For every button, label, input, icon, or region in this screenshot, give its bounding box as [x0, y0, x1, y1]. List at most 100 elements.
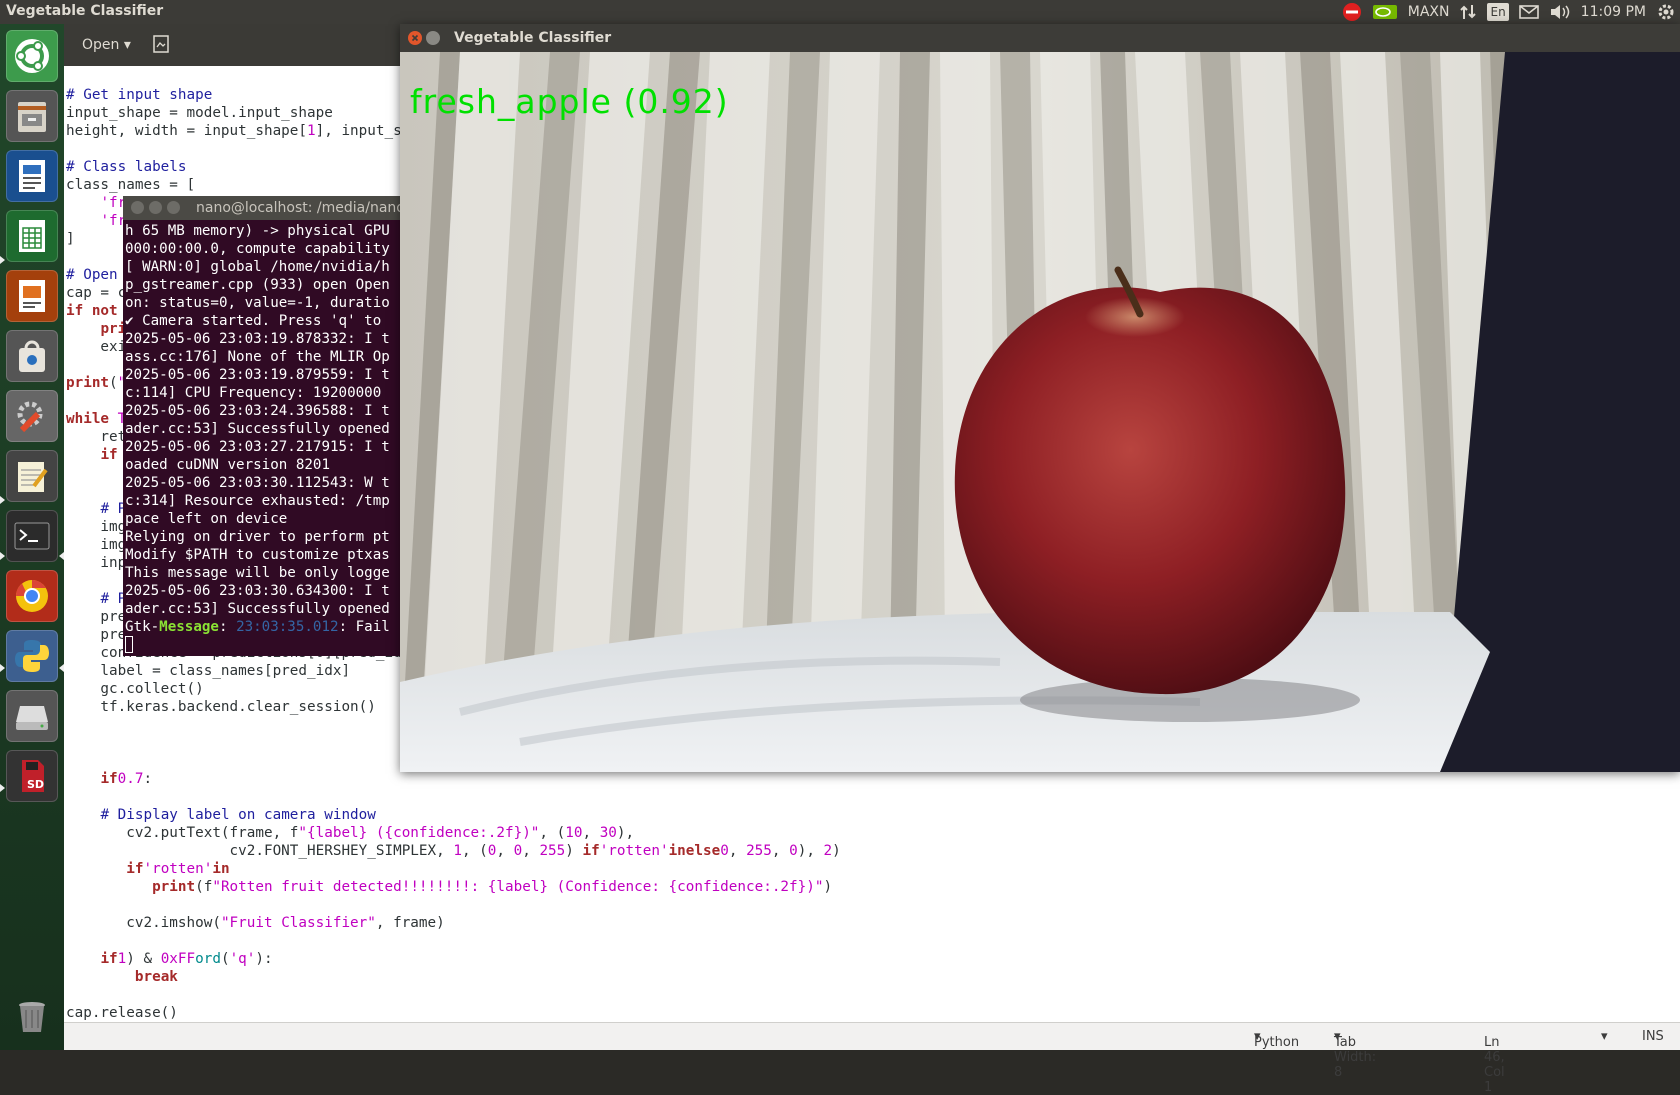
mail-icon[interactable]: [1518, 0, 1539, 24]
code-line[interactable]: if1) & 0xFFord('q'):: [66, 950, 1666, 968]
running-indicator: [0, 784, 5, 792]
code-line[interactable]: [66, 896, 1666, 914]
terminal-line: This message will be only logge: [125, 565, 390, 581]
minimize-button[interactable]: [426, 31, 440, 45]
terminal-title: nano@localhost: /media/nano: [196, 200, 400, 216]
open-button[interactable]: Open ▾: [74, 31, 139, 59]
terminal-launcher[interactable]: [6, 510, 58, 562]
code-line[interactable]: [66, 986, 1666, 1004]
calc-launcher[interactable]: [6, 210, 58, 262]
apple-photo: [400, 52, 1680, 772]
system-tray: MAXN En 11:09 PM: [1342, 0, 1676, 24]
document-icon: [19, 160, 45, 192]
chromium-launcher[interactable]: [6, 570, 58, 622]
terminal-line: 2025-05-06 23:03:24.396588: I t: [125, 403, 390, 419]
terminal-icon: [14, 522, 50, 550]
chevron-down-icon[interactable]: ▾: [1601, 1029, 1608, 1044]
terminal-line: c:114] CPU Frequency: 19200000: [125, 385, 382, 401]
camera-window-title: Vegetable Classifier: [454, 30, 612, 46]
close-button[interactable]: [131, 201, 144, 214]
software-center-launcher[interactable]: [6, 330, 58, 382]
hard-drive-icon: [16, 706, 48, 730]
active-app-title: Vegetable Classifier: [6, 3, 164, 19]
code-line[interactable]: if0.7:: [66, 770, 1666, 788]
close-button[interactable]: [408, 31, 422, 45]
terminal-line: 2025-05-06 23:03:19.879559: I t: [125, 367, 390, 383]
minimize-button[interactable]: [149, 201, 162, 214]
terminal-line: pace left on device: [125, 511, 288, 527]
code-line[interactable]: [66, 788, 1666, 806]
text-editor-launcher[interactable]: [6, 450, 58, 502]
spreadsheet-icon: [19, 220, 45, 252]
code-line[interactable]: # Display label on camera window: [66, 806, 1666, 824]
network-icon[interactable]: [1459, 0, 1477, 24]
maximize-button[interactable]: [167, 201, 180, 214]
chromium-icon: [15, 580, 48, 612]
sd-card-icon: SD: [22, 760, 44, 792]
wrench-gear-icon: [17, 401, 43, 433]
terminal-window[interactable]: nano@localhost: /media/nano h 65 MB memo…: [123, 196, 400, 656]
python-launcher[interactable]: [6, 630, 58, 682]
svg-text:SD: SD: [27, 778, 44, 791]
terminal-line: p_gstreamer.cpp (933) open Open: [125, 277, 390, 293]
power-mode-label[interactable]: MAXN: [1408, 0, 1450, 24]
shopping-bag-icon: [19, 340, 45, 372]
code-line[interactable]: cv2.FONT_HERSHEY_SIMPLEX, 1, (0, 0, 255)…: [66, 842, 1666, 860]
terminal-line: ✔ Camera started. Press 'q' to: [125, 313, 382, 329]
code-line[interactable]: cv2.putText(frame, f"{label} ({confidenc…: [66, 824, 1666, 842]
code-line[interactable]: cv2.imshow("Fruit Classifier", frame): [66, 914, 1666, 932]
status-bar: Python ▾ Tab Width: 8 ▾ Ln 46, Col 1 ▾ I…: [64, 1022, 1680, 1095]
terminal-line: h 65 MB memory) -> physical GPU: [125, 223, 390, 239]
camera-titlebar[interactable]: Vegetable Classifier: [400, 24, 1680, 52]
code-line[interactable]: break: [66, 968, 1666, 986]
running-indicator: [0, 496, 5, 504]
terminal-line: 2025-05-06 23:03:30.112543: W t: [125, 475, 390, 491]
chevron-down-icon: ▾: [123, 37, 131, 53]
writer-launcher[interactable]: [6, 150, 58, 202]
terminal-line: ader.cc:53] Successfully opened: [125, 601, 390, 617]
trash-launcher[interactable]: [6, 990, 58, 1042]
terminal-line: on: status=0, value=-1, duratio: [125, 295, 390, 311]
dash-button[interactable]: [6, 30, 58, 82]
terminal-line: ass.cc:176] None of the MLIR Op: [125, 349, 390, 365]
terminal-line: Modify $PATH to customize ptxas: [125, 547, 390, 563]
keyboard-layout-indicator[interactable]: En: [1487, 3, 1509, 21]
system-settings-launcher[interactable]: [6, 390, 58, 442]
close-icon: [411, 34, 419, 42]
terminal-line: oaded cuDNN version 8201: [125, 457, 330, 473]
no-entry-icon[interactable]: [1342, 0, 1362, 24]
gtk-message-line: Gtk-Message: 23:03:35.012: Fail: [125, 619, 390, 635]
insert-mode[interactable]: INS: [1642, 1029, 1664, 1044]
impress-launcher[interactable]: [6, 270, 58, 322]
prediction-label: fresh_apple (0.92): [410, 82, 729, 121]
running-indicator: [0, 256, 5, 264]
sd-card-launcher[interactable]: SD: [6, 750, 58, 802]
drive-launcher[interactable]: [6, 690, 58, 742]
camera-window[interactable]: Vegetable Classifier fresh_apple (0.92): [400, 24, 1680, 772]
code-line[interactable]: if'rotten'in: [66, 860, 1666, 878]
code-line[interactable]: cap.release(): [66, 1004, 1666, 1022]
top-panel: Vegetable Classifier MAXN En 11:09 PM: [0, 0, 1680, 24]
volume-icon[interactable]: [1549, 0, 1571, 24]
launcher: SD: [0, 24, 64, 1050]
trash-icon: [19, 1002, 45, 1032]
files-launcher[interactable]: [6, 90, 58, 142]
code-line[interactable]: [66, 932, 1666, 950]
terminal-cursor: [125, 636, 133, 653]
terminal-line: 000:00:00.0, compute capability: [125, 241, 390, 257]
new-document-icon: [153, 35, 169, 53]
terminal-line: [ WARN:0] global /home/nvidia/h: [125, 259, 390, 275]
nvidia-icon[interactable]: [1372, 0, 1398, 24]
file-cabinet-icon: [18, 102, 46, 132]
terminal-titlebar[interactable]: nano@localhost: /media/nano: [123, 196, 400, 220]
new-document-button[interactable]: [150, 33, 176, 59]
camera-frame[interactable]: fresh_apple (0.92): [400, 52, 1680, 772]
presentation-icon: [19, 280, 45, 312]
terminal-output[interactable]: h 65 MB memory) -> physical GPU 000:00:00…: [125, 222, 400, 653]
ubuntu-logo-icon: [15, 39, 49, 73]
code-line[interactable]: print(f"Rotten fruit detected!!!!!!!!: {…: [66, 878, 1666, 896]
clock[interactable]: 11:09 PM: [1581, 0, 1646, 24]
language-selector[interactable]: Python ▾: [1254, 1029, 1299, 1050]
tab-width-selector[interactable]: Tab Width: 8 ▾: [1334, 1029, 1376, 1080]
settings-gear-icon[interactable]: [1656, 0, 1676, 24]
